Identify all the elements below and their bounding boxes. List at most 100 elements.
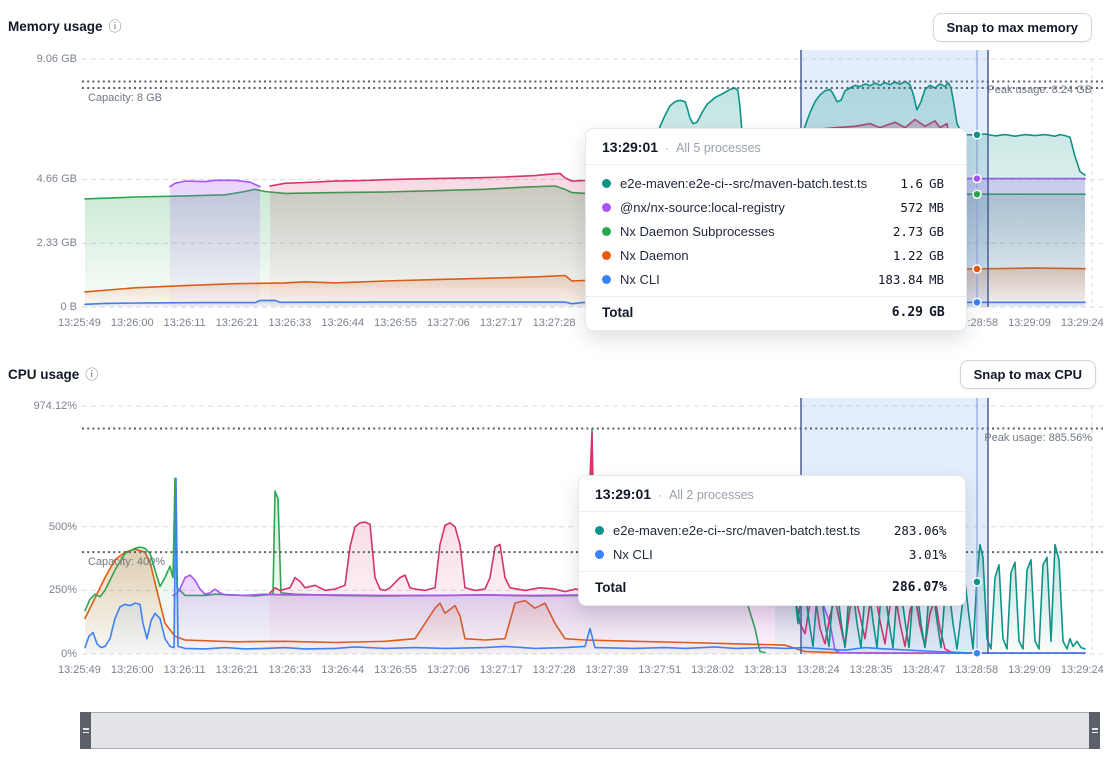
process-name: Nx Daemon (620, 248, 884, 263)
x-axis-label: 13:27:28 (533, 664, 576, 676)
process-value: 1.22GB (893, 248, 950, 263)
x-axis-label: 13:26:11 (164, 664, 206, 676)
tooltip-separator: · (658, 488, 662, 502)
info-icon[interactable]: ⓘ (85, 368, 98, 381)
tooltip-process-row: Nx Daemon 1.22GB (586, 243, 966, 267)
hover-dot (973, 298, 981, 306)
tooltip-total-label: Total (595, 580, 626, 595)
memory-tooltip: 13:29:01 · All 5 processes e2e-maven:e2e… (585, 128, 967, 331)
process-name: e2e-maven:e2e-ci--src/maven-batch.test.t… (620, 176, 891, 191)
process-value: 3.01% (909, 547, 949, 562)
hover-dot (973, 175, 981, 183)
capacity-label: Capacity: 8 GB (88, 92, 162, 104)
process-name: Nx CLI (613, 547, 900, 562)
process-value: 283.06% (894, 523, 949, 538)
tooltip-time: 13:29:01 (595, 486, 651, 502)
series-color-dot-icon (602, 251, 611, 260)
snap-to-max-cpu-button[interactable]: Snap to max CPU (960, 360, 1096, 389)
x-axis-label: 13:28:35 (850, 664, 893, 676)
peak-usage-label: Peak usage: 8.24 GB (987, 84, 1092, 96)
process-name: e2e-maven:e2e-ci--src/maven-batch.test.t… (613, 523, 885, 538)
peak-usage-label: Peak usage: 885.56% (984, 432, 1092, 444)
y-axis-label: 0% (4, 648, 77, 660)
y-axis-label: 9.06 GB (4, 53, 77, 65)
tooltip-time: 13:29:01 (602, 139, 658, 155)
x-axis-label: 13:26:21 (216, 664, 259, 676)
x-axis-label: 13:27:51 (638, 664, 681, 676)
x-axis-label: 13:27:17 (480, 317, 523, 329)
x-axis-label: 13:28:47 (902, 664, 945, 676)
snap-to-max-memory-button[interactable]: Snap to max memory (933, 13, 1093, 42)
x-axis-label: 13:29:09 (1008, 664, 1051, 676)
brush-handle-right[interactable] (1089, 712, 1100, 749)
charts-canvas (0, 0, 1118, 761)
tooltip-process-row: @nx/nx-source:local-registry572MB (586, 195, 966, 219)
tooltip-total-value: 286.07% (892, 580, 949, 595)
series-color-dot-icon (602, 179, 611, 188)
memory-title-text: Memory usage (8, 19, 103, 34)
y-axis-label: 4.66 GB (4, 173, 77, 185)
y-axis-label: 0 B (4, 301, 77, 313)
x-axis-label: 13:26:55 (374, 317, 417, 329)
hover-dot (973, 131, 981, 139)
info-icon[interactable]: ⓘ (109, 20, 122, 33)
x-axis-label: 13:26:00 (111, 317, 154, 329)
series-color-dot-icon (602, 203, 611, 212)
tooltip-process-row: Nx CLI 3.01% (579, 542, 965, 566)
process-value: 2.73GB (893, 224, 950, 239)
x-axis-label: 13:25:49 (58, 664, 101, 676)
x-axis-label: 13:27:06 (427, 664, 470, 676)
y-axis-label: 250% (4, 584, 77, 596)
tooltip-header: 13:29:01 · All 2 processes (579, 476, 965, 512)
process-name: Nx Daemon Subprocesses (620, 224, 884, 239)
x-axis-label: 13:28:58 (955, 664, 998, 676)
tooltip-process-row: e2e-maven:e2e-ci--src/maven-batch.test.t… (579, 518, 965, 542)
hover-dot (973, 649, 981, 657)
tooltip-total-row: Total 286.07% (579, 571, 965, 605)
x-axis-label: 13:26:44 (321, 664, 364, 676)
series-color-dot-icon (595, 526, 604, 535)
x-axis-label: 13:26:55 (374, 664, 417, 676)
tooltip-subtitle: All 2 processes (669, 488, 754, 502)
series-color-dot-icon (602, 275, 611, 284)
tooltip-process-row: e2e-maven:e2e-ci--src/maven-batch.test.t… (586, 171, 966, 195)
timeline-brush[interactable] (80, 712, 1100, 749)
tooltip-process-row: Nx CLI 183.84MB (586, 267, 966, 291)
grip-icon (83, 732, 89, 734)
tooltip-total-row: Total 6.29GB (586, 296, 966, 330)
grip-icon (1092, 732, 1098, 734)
series-area-3 (170, 180, 260, 307)
tooltip-total-value: 6.29GB (892, 305, 950, 320)
process-value: 183.84MB (878, 272, 950, 287)
capacity-label: Capacity: 400% (88, 556, 165, 568)
memory-section-title: Memory usage ⓘ (8, 19, 122, 34)
tooltip-subtitle: All 5 processes (676, 141, 761, 155)
x-axis-label: 13:27:28 (533, 317, 576, 329)
process-value: 572MB (900, 200, 950, 215)
x-axis-label: 13:27:39 (585, 664, 628, 676)
tooltip-separator: · (665, 141, 669, 155)
process-name: Nx CLI (620, 272, 869, 287)
x-axis-label: 13:26:21 (216, 317, 259, 329)
x-axis-label: 13:27:06 (427, 317, 470, 329)
y-axis-label: 500% (4, 521, 77, 533)
grip-icon (1092, 728, 1098, 730)
cpu-title-text: CPU usage (8, 367, 79, 382)
y-axis-label: 974.12% (4, 400, 77, 412)
x-axis-label: 13:28:02 (691, 664, 734, 676)
x-axis-label: 13:28:24 (797, 664, 840, 676)
tooltip-process-row: Nx Daemon Subprocesses 2.73GB (586, 219, 966, 243)
hover-dot (973, 190, 981, 198)
x-axis-label: 13:28:13 (744, 664, 787, 676)
series-color-dot-icon (595, 550, 604, 559)
brush-handle-left[interactable] (80, 712, 91, 749)
cpu-section-title: CPU usage ⓘ (8, 367, 98, 382)
x-axis-label: 13:29:09 (1008, 317, 1051, 329)
x-axis-label: 13:29:24 (1061, 317, 1104, 329)
tooltip-rows: e2e-maven:e2e-ci--src/maven-batch.test.t… (579, 512, 965, 571)
x-axis-label: 13:26:11 (164, 317, 206, 329)
cpu-tooltip: 13:29:01 · All 2 processes e2e-maven:e2e… (578, 475, 966, 606)
x-axis-label: 13:25:49 (58, 317, 101, 329)
process-value: 1.6GB (900, 176, 950, 191)
x-axis-label: 13:27:17 (480, 664, 523, 676)
